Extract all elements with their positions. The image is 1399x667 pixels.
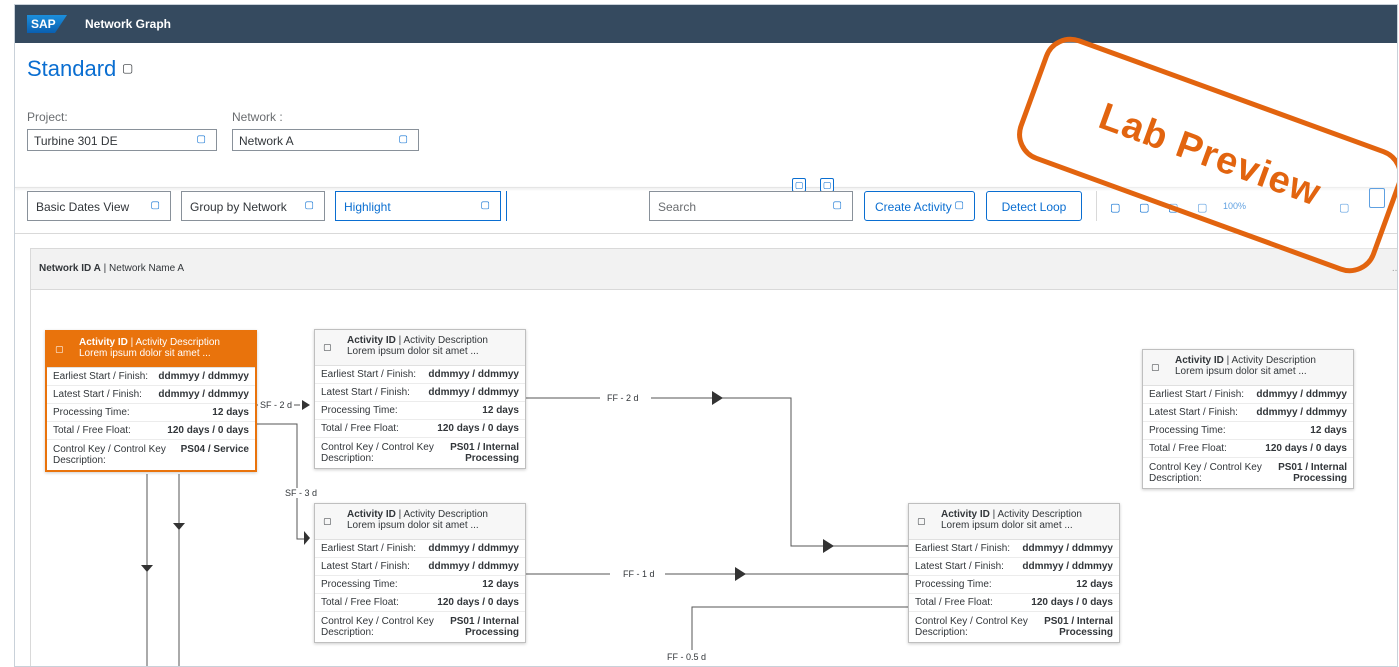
processing-value: 12 days (482, 405, 519, 416)
activity-id: Activity ID (79, 337, 128, 348)
earliest-label: Earliest Start / Finish: (915, 543, 1011, 554)
float-label: Total / Free Float: (321, 423, 399, 434)
activity-desc: | Activity Description (395, 509, 488, 520)
latest-label: Latest Start / Finish: (915, 561, 1004, 572)
activity-id: Activity ID (347, 335, 396, 346)
latest-value: ddmmyy / ddmmyy (158, 389, 249, 400)
activity-text: Lorem ipsum dolor sit amet ... (1175, 366, 1307, 377)
control-label-2: Description: (1149, 473, 1202, 484)
latest-value: ddmmyy / ddmmyy (1022, 561, 1113, 572)
control-label-2: Description: (321, 627, 374, 638)
activity-icon: ▢ (55, 344, 64, 354)
control-value-1: PS01 / Internal (1278, 462, 1347, 473)
earliest-label: Earliest Start / Finish: (1149, 389, 1245, 400)
control-value-2: Processing (465, 453, 519, 464)
activity-node[interactable]: ▢ Activity ID | Activity Description Lor… (1142, 349, 1354, 489)
activity-desc: | Activity Description (989, 509, 1082, 520)
control-label: Control Key / Control Key (53, 444, 166, 455)
control-label-2: Description: (321, 453, 374, 464)
node-header: ▢ Activity ID | Activity Description Lor… (1143, 350, 1353, 386)
float-value: 120 days / 0 days (1031, 597, 1113, 608)
activity-node[interactable]: ▢ Activity ID | Activity Description Lor… (314, 503, 526, 643)
activity-node[interactable]: ▢ Activity ID | Activity Description Lor… (908, 503, 1120, 643)
latest-label: Latest Start / Finish: (321, 561, 410, 572)
latest-value: ddmmyy / ddmmyy (1256, 407, 1347, 418)
edge-label[interactable]: SF - 2 d (258, 400, 295, 410)
edge-label[interactable]: SF - 3 d (283, 488, 320, 498)
earliest-value: ddmmyy / ddmmyy (1022, 543, 1113, 554)
latest-value: ddmmyy / ddmmyy (428, 561, 519, 572)
edge-label[interactable]: FF - 1 d (621, 569, 657, 579)
earliest-value: ddmmyy / ddmmyy (428, 369, 519, 380)
activity-desc: | Activity Description (395, 335, 488, 346)
activity-text: Lorem ipsum dolor sit amet ... (941, 520, 1073, 531)
app-frame: SAP Network Graph Standard ▢ Project: Tu… (14, 4, 1398, 667)
control-label: Control Key / Control Key (1149, 462, 1262, 473)
float-label: Total / Free Float: (1149, 443, 1227, 454)
float-value: 120 days / 0 days (437, 423, 519, 434)
processing-value: 12 days (482, 579, 519, 590)
processing-label: Processing Time: (321, 405, 398, 416)
earliest-label: Earliest Start / Finish: (321, 543, 417, 554)
control-value: PS01 / Internal Processing (450, 616, 519, 638)
edge-label[interactable]: FF - 0.5 d (665, 652, 709, 662)
processing-label: Processing Time: (915, 579, 992, 590)
processing-value: 12 days (1310, 425, 1347, 436)
processing-label: Processing Time: (321, 579, 398, 590)
activity-node[interactable]: ▢ Activity ID | Activity Description Lor… (45, 330, 257, 472)
control-value-1: PS01 / Internal (450, 442, 519, 453)
earliest-value: ddmmyy / ddmmyy (1256, 389, 1347, 400)
control-label: Control Key / Control Key (915, 616, 1028, 627)
processing-label: Processing Time: (1149, 425, 1226, 436)
earliest-label: Earliest Start / Finish: (321, 369, 417, 380)
activity-text: Lorem ipsum dolor sit amet ... (347, 346, 479, 357)
control-value-2: Processing (1059, 627, 1113, 638)
activity-icon: ▢ (323, 342, 332, 352)
control-value-1: PS01 / Internal (1044, 616, 1113, 627)
activity-icon: ▢ (917, 516, 926, 526)
activity-text: Lorem ipsum dolor sit amet ... (79, 348, 211, 359)
float-label: Total / Free Float: (915, 597, 993, 608)
control-label: Control Key / Control Key (321, 442, 434, 453)
earliest-label: Earliest Start / Finish: (53, 371, 149, 382)
earliest-value: ddmmyy / ddmmyy (428, 543, 519, 554)
control-value-1: PS01 / Internal (450, 616, 519, 627)
control-value: PS01 / Internal Processing (450, 442, 519, 464)
activity-desc: | Activity Description (1223, 355, 1316, 366)
control-value: PS01 / Internal Processing (1278, 462, 1347, 484)
latest-label: Latest Start / Finish: (1149, 407, 1238, 418)
control-value-2: Processing (465, 627, 519, 638)
latest-label: Latest Start / Finish: (53, 389, 142, 400)
control-label-2: Description: (915, 627, 968, 638)
float-value: 120 days / 0 days (1265, 443, 1347, 454)
activity-icon: ▢ (323, 516, 332, 526)
activity-id: Activity ID (941, 509, 990, 520)
control-value: PS01 / Internal Processing (1044, 616, 1113, 638)
control-value: PS04 / Service (180, 444, 249, 455)
control-label-2: Description: (53, 455, 106, 466)
processing-label: Processing Time: (53, 407, 130, 418)
latest-value: ddmmyy / ddmmyy (428, 387, 519, 398)
float-label: Total / Free Float: (53, 425, 131, 436)
control-value-2: Processing (1293, 473, 1347, 484)
node-header: ▢ Activity ID | Activity Description Lor… (315, 330, 525, 366)
latest-label: Latest Start / Finish: (321, 387, 410, 398)
activity-icon: ▢ (1151, 362, 1160, 372)
activity-node[interactable]: ▢ Activity ID | Activity Description Lor… (314, 329, 526, 469)
node-header: ▢ Activity ID | Activity Description Lor… (909, 504, 1119, 540)
node-header: ▢ Activity ID | Activity Description Lor… (315, 504, 525, 540)
earliest-value: ddmmyy / ddmmyy (158, 371, 249, 382)
activity-id: Activity ID (347, 509, 396, 520)
activity-text: Lorem ipsum dolor sit amet ... (347, 520, 479, 531)
processing-value: 12 days (1076, 579, 1113, 590)
activity-id: Activity ID (1175, 355, 1224, 366)
float-value: 120 days / 0 days (167, 425, 249, 436)
float-value: 120 days / 0 days (437, 597, 519, 608)
activity-desc: | Activity Description (127, 337, 220, 348)
node-header: ▢ Activity ID | Activity Description Lor… (47, 332, 255, 368)
control-label: Control Key / Control Key (321, 616, 434, 627)
float-label: Total / Free Float: (321, 597, 399, 608)
processing-value: 12 days (212, 407, 249, 418)
edge-label[interactable]: FF - 2 d (605, 393, 641, 403)
